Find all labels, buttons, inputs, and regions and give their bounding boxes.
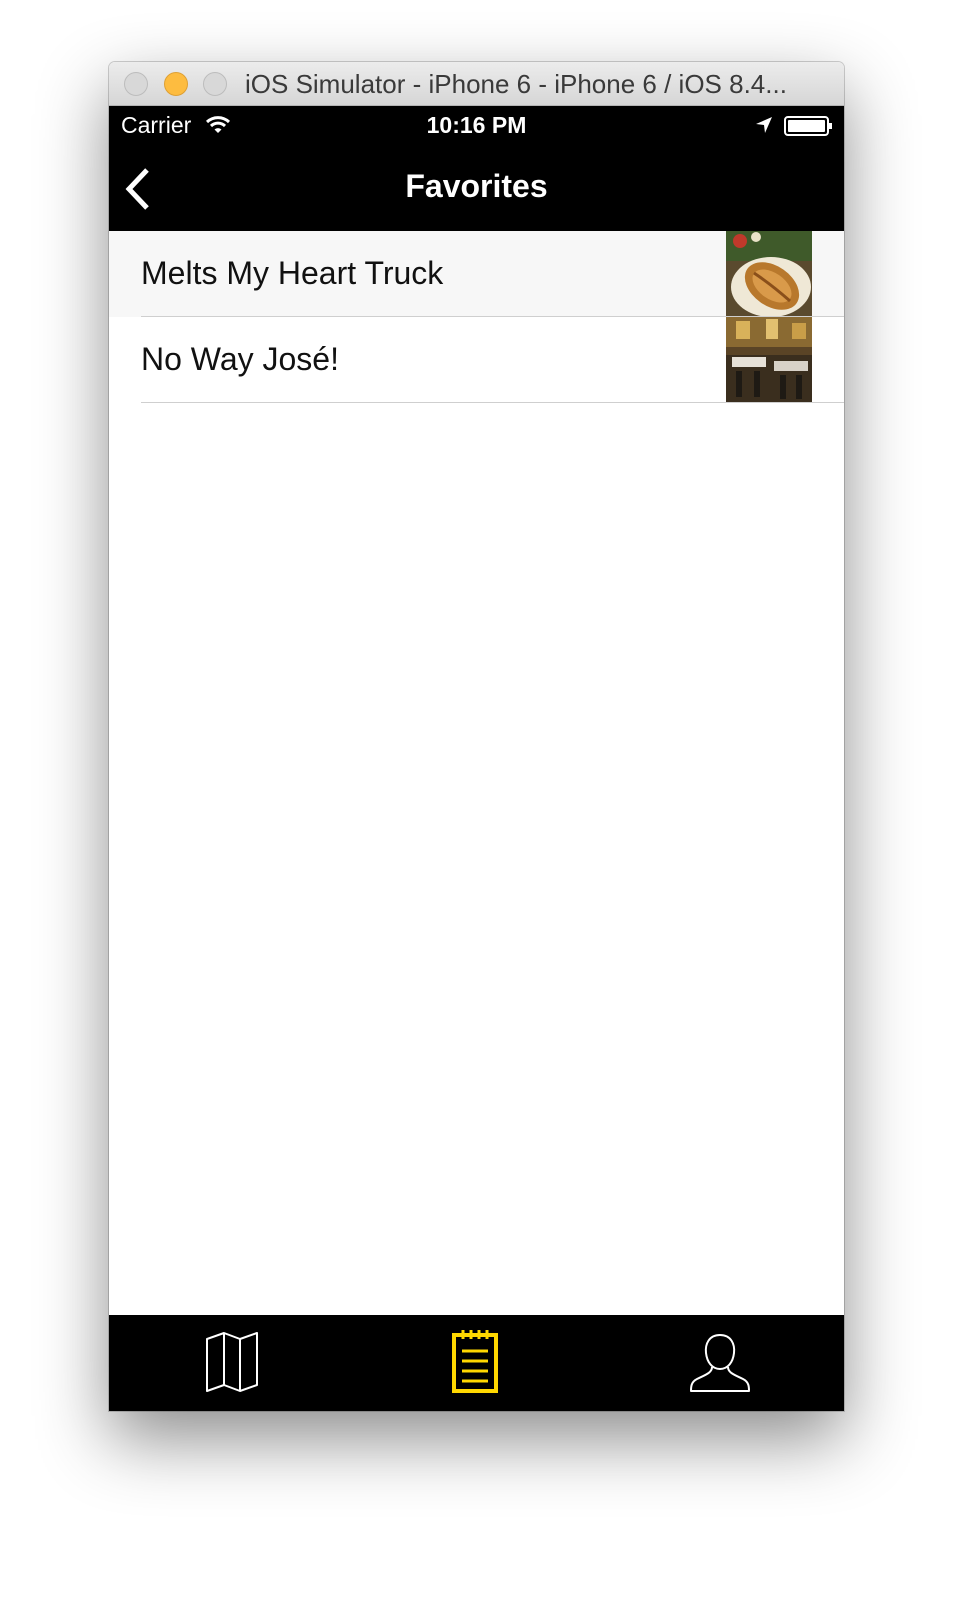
list-item[interactable]: No Way José!	[109, 317, 844, 403]
status-bar: Carrier 10:16 PM	[109, 106, 844, 146]
tab-favorites[interactable]	[440, 1329, 510, 1395]
tab-bar	[109, 1315, 844, 1411]
minimize-window-button[interactable]	[164, 72, 188, 96]
tab-profile[interactable]	[685, 1329, 755, 1395]
sandwich-photo	[726, 231, 812, 317]
list-item[interactable]: Melts My Heart Truck	[109, 231, 844, 317]
map-icon	[206, 1332, 258, 1392]
favorite-name: No Way José!	[141, 341, 339, 377]
row-divider	[141, 402, 844, 403]
page-title: Favorites	[405, 168, 548, 204]
tab-map[interactable]	[197, 1329, 267, 1395]
favorite-name: Melts My Heart Truck	[141, 255, 444, 291]
status-time: 10:16 PM	[426, 112, 527, 138]
navigation-bar: Favorites	[109, 146, 844, 231]
restaurant-interior-photo	[726, 317, 812, 403]
notepad-list-icon	[452, 1330, 498, 1393]
location-arrow-icon	[756, 117, 772, 133]
battery-icon	[784, 116, 832, 136]
window-title: iOS Simulator - iPhone 6 - iPhone 6 / iO…	[245, 69, 787, 99]
simulator-window: iOS Simulator - iPhone 6 - iPhone 6 / iO…	[109, 62, 844, 1411]
close-window-button[interactable]	[124, 72, 148, 96]
window-titlebar[interactable]: iOS Simulator - iPhone 6 - iPhone 6 / iO…	[109, 62, 844, 106]
phone-screen: Carrier 10:16 PM Favorites Melts My Hear…	[109, 106, 844, 1411]
person-icon	[690, 1333, 750, 1392]
favorites-list: Melts My Heart Truck No Way José!	[109, 231, 844, 403]
zoom-window-button[interactable]	[203, 72, 227, 96]
